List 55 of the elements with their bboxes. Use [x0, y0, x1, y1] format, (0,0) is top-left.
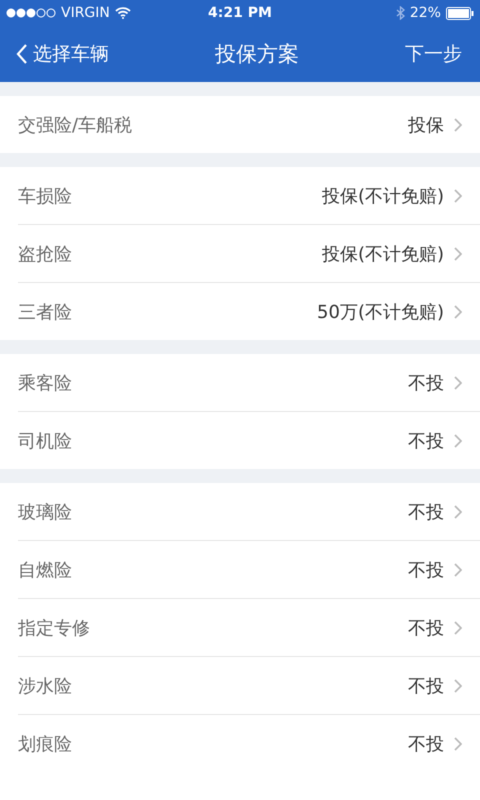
row-label: 三者险 — [18, 300, 73, 324]
back-button[interactable]: 选择车辆 — [16, 41, 109, 67]
row-label: 司机险 — [18, 430, 73, 452]
row-value: 不投 — [408, 732, 444, 756]
battery-icon — [446, 6, 474, 20]
row-value: 不投 — [408, 558, 444, 582]
row-value: 50万(不计免赔) — [317, 300, 444, 324]
list-row[interactable]: 玻璃险 不投 — [18, 483, 480, 540]
chevron-icon — [454, 188, 462, 202]
row-value: 投保(不计免赔) — [322, 242, 444, 266]
row-value: 不投 — [408, 616, 444, 640]
row-value: 投保 — [408, 114, 444, 136]
list-row[interactable]: 盗抢险 投保(不计免赔) — [18, 224, 480, 282]
carrier-name: VIRGIN — [61, 5, 110, 21]
row-label: 玻璃险 — [18, 500, 73, 524]
chevron-icon — [454, 246, 462, 260]
list-row[interactable]: 涉水险 不投 — [18, 656, 480, 714]
row-label: 盗抢险 — [18, 242, 73, 266]
chevron-icon — [454, 678, 462, 692]
row-label: 车损险 — [18, 184, 73, 208]
row-label: 自燃险 — [18, 558, 73, 582]
back-icon — [16, 44, 27, 64]
list-row[interactable]: 乘客险 不投 — [18, 354, 480, 411]
row-value: 不投 — [408, 500, 444, 524]
list-row[interactable]: 三者险 50万(不计免赔) — [18, 282, 480, 340]
chevron-icon — [454, 562, 462, 576]
row-label: 交强险/车船税 — [18, 114, 134, 136]
row-value: 不投 — [408, 372, 444, 394]
bluetooth-icon — [396, 6, 405, 20]
status-time: 4:21 PM — [208, 5, 272, 21]
row-label: 指定专修 — [18, 616, 91, 640]
row-label: 划痕险 — [18, 732, 73, 756]
wifi-icon — [114, 7, 131, 19]
chevron-icon — [454, 504, 462, 518]
list-row[interactable]: 司机险 不投 — [18, 411, 480, 469]
chevron-icon — [454, 620, 462, 634]
list-row[interactable]: 车损险 投保(不计免赔) — [18, 167, 480, 224]
chevron-icon — [454, 434, 462, 448]
chevron-icon — [454, 118, 462, 132]
battery-percent: 22% — [410, 5, 441, 21]
row-label: 乘客险 — [18, 372, 73, 394]
row-label: 涉水险 — [18, 674, 73, 698]
list-row[interactable]: 交强险/车船税 投保 — [18, 96, 480, 153]
page-title: 投保方案 — [215, 41, 299, 68]
chevron-icon — [454, 376, 462, 390]
list-row[interactable]: 自燃险 不投 — [18, 540, 480, 598]
next-button[interactable]: 下一步 — [405, 41, 462, 67]
list-row[interactable]: 指定专修 不投 — [18, 598, 480, 656]
chevron-icon — [454, 736, 462, 750]
row-value: 不投 — [408, 674, 444, 698]
signal-icon — [6, 8, 56, 18]
row-value: 不投 — [408, 430, 444, 452]
list-row[interactable]: 划痕险 不投 — [18, 714, 480, 772]
chevron-icon — [454, 304, 462, 318]
row-value: 投保(不计免赔) — [322, 184, 444, 208]
